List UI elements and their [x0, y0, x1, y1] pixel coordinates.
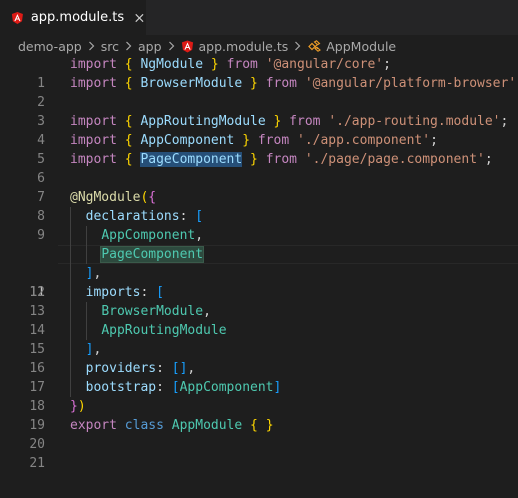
breadcrumb-item-demo-app[interactable]: demo-app: [18, 39, 82, 54]
breadcrumb-item-src[interactable]: src: [101, 39, 119, 54]
line-code: import { NgModule } from '@angular/core'…: [70, 57, 391, 72]
code-line: 17 providers: [],: [0, 359, 518, 395]
code-line: 13 imports: [: [0, 283, 518, 319]
code-line: 3: [0, 93, 518, 129]
tab-bar: app.module.ts: [0, 0, 518, 35]
line-code: import { AppRoutingModule } from './app-…: [70, 114, 509, 129]
line-code: }): [70, 399, 86, 414]
chevron-right-icon: [88, 41, 95, 51]
line-number: 21: [29, 456, 45, 471]
breadcrumb-symbol-label: AppModule: [326, 38, 397, 54]
breadcrumb-item-file[interactable]: app.module.ts: [181, 38, 289, 54]
code-line: 1 import { NgModule } from '@angular/cor…: [0, 55, 518, 91]
code-line: 12 ],: [0, 264, 518, 300]
breadcrumb-file-label: app.module.ts: [198, 38, 289, 54]
code-line: 5 import { AppComponent } from './app.co…: [0, 131, 518, 167]
line-code: import { BrowserModule } from '@angular/…: [70, 76, 518, 91]
chevron-right-icon: [125, 41, 132, 51]
code-line: 9 declarations: [: [0, 207, 518, 243]
code-line: 4 import { AppRoutingModule } from './ap…: [0, 112, 518, 148]
tab-label: app.module.ts: [30, 10, 125, 25]
breadcrumb: demo-app src app app.module.ts AppModule: [0, 35, 518, 57]
code-line: 18 bootstrap: [AppComponent]: [0, 378, 518, 414]
chevron-right-icon: [168, 41, 175, 51]
chevron-right-icon: [294, 41, 301, 51]
code-line: 7: [0, 169, 518, 205]
code-line-active: 11 PageComponent: [0, 245, 518, 300]
code-line: 6 import { PageComponent } from './page/…: [0, 150, 518, 186]
line-code: bootstrap: [AppComponent]: [85, 380, 282, 395]
line-code: @NgModule({: [70, 190, 157, 205]
code-line: 16 ],: [0, 340, 518, 376]
highlighted-symbol: PageComponent: [140, 152, 243, 167]
code-line: 20 export class AppModule { }: [0, 416, 518, 452]
line-code: AppComponent,: [101, 228, 204, 243]
code-line: 19 }): [0, 397, 518, 433]
code-line: 8 @NgModule({: [0, 188, 518, 224]
breadcrumb-item-app[interactable]: app: [138, 39, 162, 54]
line-code: ],: [85, 266, 102, 281]
line-code: BrowserModule,: [101, 304, 211, 319]
angular-icon: [181, 39, 193, 53]
code-editor[interactable]: 1 import { NgModule } from '@angular/cor…: [0, 55, 518, 498]
code-line: 14 BrowserModule,: [0, 302, 518, 338]
line-code: AppRoutingModule: [101, 323, 227, 338]
highlighted-symbol: PageComponent: [100, 246, 205, 263]
angular-icon: [11, 11, 23, 24]
code-line: 10 AppComponent,: [0, 226, 518, 262]
code-line: 2 import { BrowserModule } from '@angula…: [0, 74, 518, 110]
line-code: ],: [85, 342, 102, 357]
line-code: export class AppModule { }: [70, 418, 274, 433]
tab-app-module[interactable]: app.module.ts: [0, 0, 146, 35]
code-line: 21: [0, 435, 518, 471]
code-line: 15 AppRoutingModule: [0, 321, 518, 357]
line-code: declarations: [: [85, 209, 204, 224]
close-icon[interactable]: [133, 11, 146, 25]
line-code: providers: [],: [85, 361, 196, 376]
breadcrumb-item-symbol[interactable]: AppModule: [307, 39, 396, 54]
line-code: imports: [: [85, 285, 164, 300]
line-code: PageComponent: [70, 245, 205, 264]
line-code: import { PageComponent } from './page/pa…: [70, 152, 493, 167]
symbol-class-icon: [308, 39, 322, 52]
line-code: import { AppComponent } from './app.comp…: [70, 133, 438, 148]
